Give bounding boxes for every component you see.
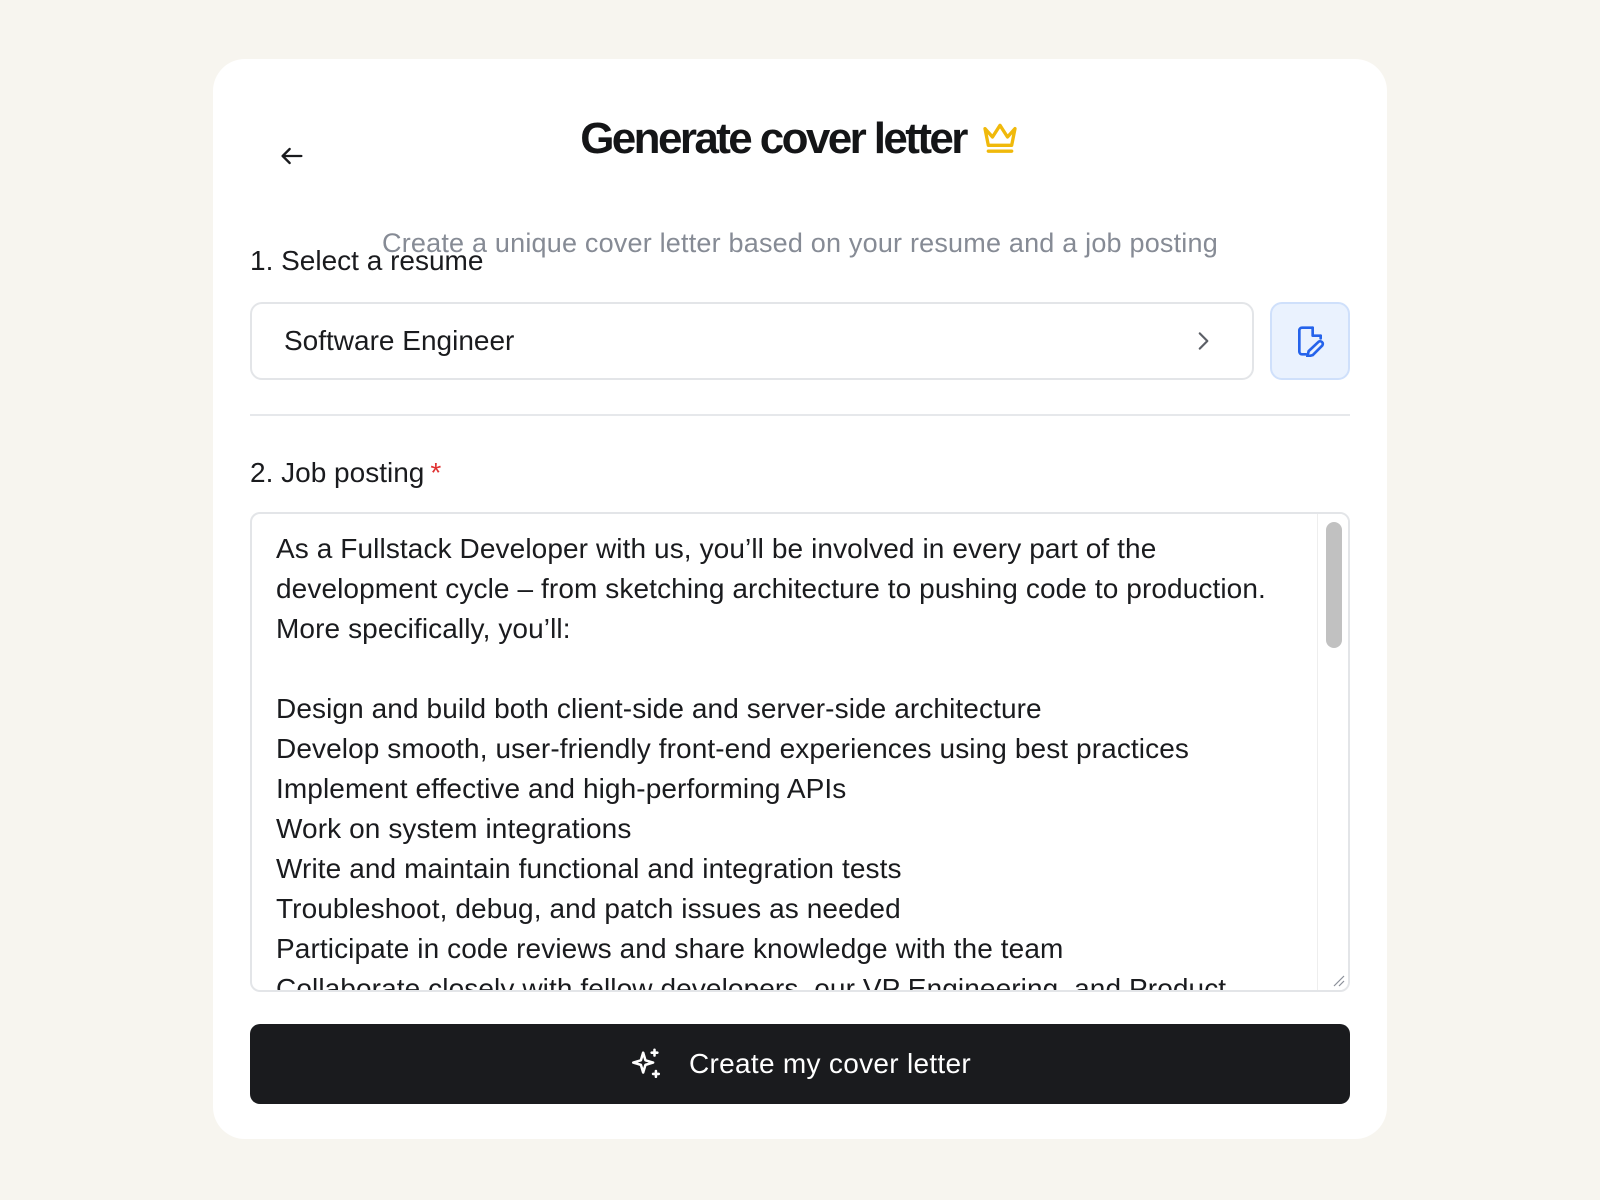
required-indicator: *: [430, 457, 442, 488]
resume-select[interactable]: Software Engineer: [250, 302, 1254, 380]
edit-resume-button[interactable]: [1270, 302, 1350, 380]
textarea-scrollbar[interactable]: [1317, 514, 1348, 990]
section-divider: [250, 414, 1350, 416]
page-title: Generate cover letter: [580, 114, 968, 163]
file-edit-icon: [1298, 326, 1325, 357]
cover-letter-card: Generate cover letter Create a unique co…: [213, 59, 1387, 1139]
job-posting-textarea[interactable]: As a Fullstack Developer with us, you’ll…: [250, 512, 1350, 992]
resume-select-value: Software Engineer: [284, 325, 515, 356]
create-button-label: Create my cover letter: [688, 1048, 972, 1079]
sparkles-icon: [631, 1048, 661, 1079]
job-section-label: 2. Job posting *: [250, 455, 441, 491]
resume-section-label: 1. Select a resume: [250, 245, 484, 276]
resize-handle-icon[interactable]: [1330, 972, 1346, 988]
title-row: Generate cover letter: [213, 109, 1387, 169]
job-posting-text: As a Fullstack Developer with us, you’ll…: [276, 533, 1266, 992]
create-cover-letter-button[interactable]: Create my cover letter: [250, 1024, 1350, 1104]
scrollbar-thumb[interactable]: [1326, 522, 1342, 648]
job-section-label-text: 2. Job posting: [250, 457, 425, 488]
crown-icon: [983, 123, 1017, 153]
chevron-right-icon: [1198, 332, 1209, 350]
